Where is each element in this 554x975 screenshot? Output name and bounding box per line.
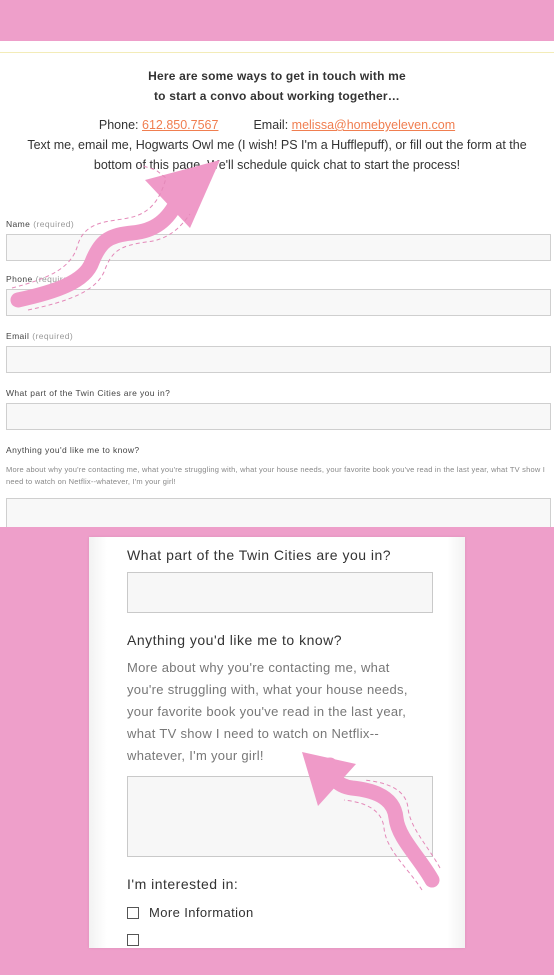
divider: [0, 52, 554, 53]
phone-link[interactable]: 612.850.7567: [142, 118, 218, 132]
intro-heading-line2: to start a convo about working together…: [153, 89, 400, 103]
top-banner: [0, 0, 554, 41]
name-label: Name (required): [6, 219, 75, 229]
zoom-area-label: What part of the Twin Cities are you in?: [127, 547, 392, 563]
zoomed-form-card: What part of the Twin Cities are you in?…: [89, 537, 465, 948]
anything-label: Anything you'd like me to know?: [6, 445, 140, 455]
name-field[interactable]: [6, 234, 551, 261]
intro-paragraph-line2: bottom of this page. We'll schedule quic…: [93, 158, 461, 172]
required-note: (required): [32, 331, 74, 341]
contact-intro: Here are some ways to get in touch with …: [0, 66, 554, 175]
zoom-anything-label: Anything you'd like me to know?: [127, 632, 343, 648]
zoom-message-textarea[interactable]: [127, 776, 433, 857]
option-next[interactable]: [127, 934, 433, 946]
contact-row: Phone: 612.850.7567 Email: melissa@homeb…: [0, 115, 554, 135]
intro-heading-line1: Here are some ways to get in touch with …: [148, 69, 406, 83]
email-link[interactable]: melissa@homebyeleven.com: [292, 118, 455, 132]
area-field[interactable]: [6, 403, 551, 430]
area-label: What part of the Twin Cities are you in?: [6, 388, 171, 398]
checkbox[interactable]: [127, 906, 139, 919]
option-more-information[interactable]: More Information: [127, 905, 433, 920]
interested-label: I'm interested in:: [127, 876, 239, 892]
phone-field[interactable]: [6, 289, 551, 316]
email-field-label: Email (required): [6, 331, 74, 341]
checkbox[interactable]: [127, 934, 139, 946]
intro-paragraph-line1: Text me, email me, Hogwarts Owl me (I wi…: [27, 138, 527, 152]
contact-form: Name (required) Phone (required) Email (req…: [6, 218, 551, 548]
required-note: (required): [35, 274, 77, 284]
phone-field-label: Phone (required): [6, 274, 77, 284]
option-label: More Information: [149, 905, 254, 920]
email-field[interactable]: [6, 346, 551, 373]
zoom-help-text: More about why you're contacting me, wha…: [127, 660, 408, 763]
phone-label: Phone:: [98, 118, 139, 132]
anything-help: More about why you're contacting me, wha…: [6, 465, 545, 486]
zoom-area-field[interactable]: [127, 572, 433, 613]
required-note: (required): [33, 219, 75, 229]
email-label: Email:: [253, 118, 289, 132]
